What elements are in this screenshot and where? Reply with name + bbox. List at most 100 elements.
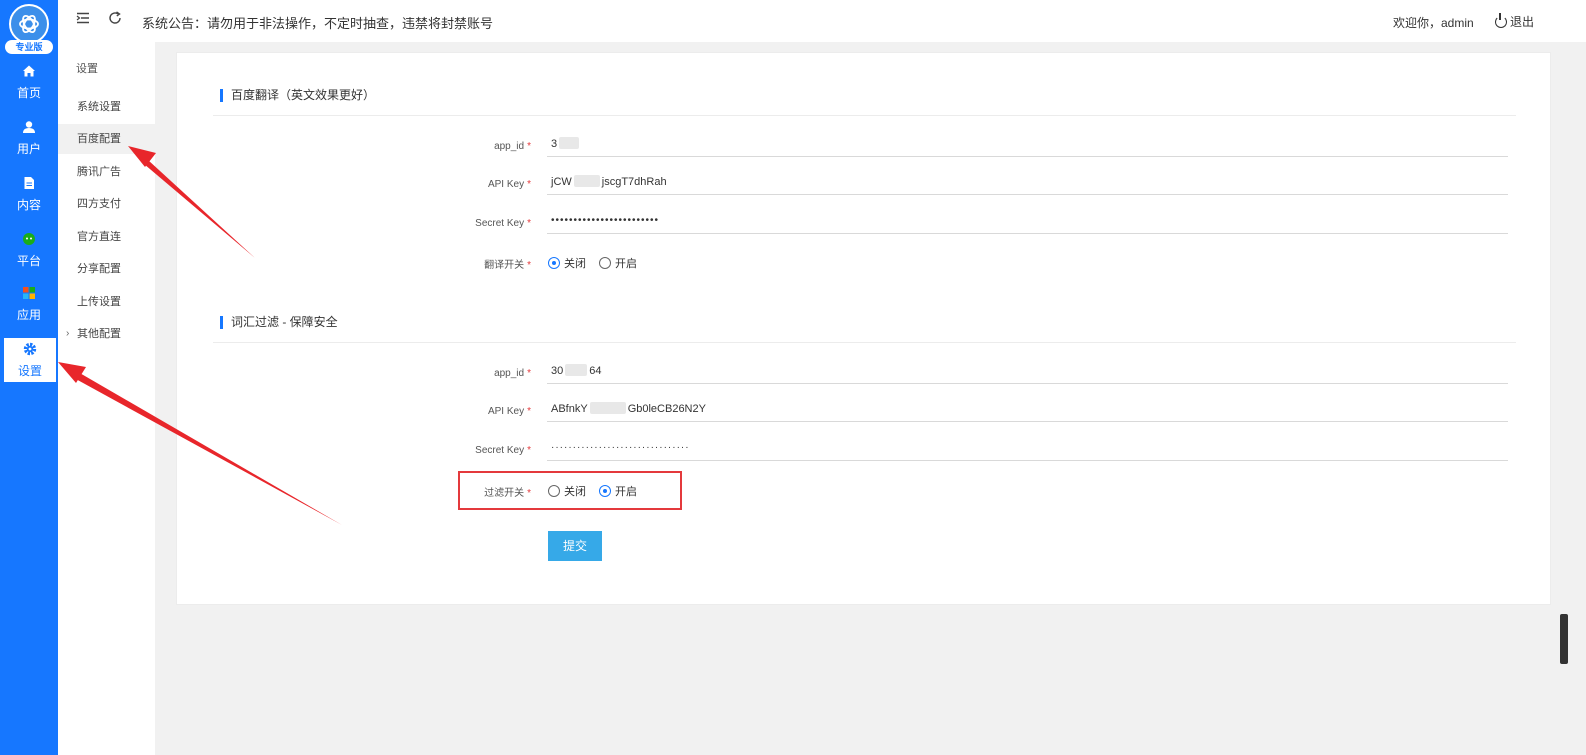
required-mark: * — [527, 141, 531, 152]
nav-platform[interactable]: 平台 — [0, 232, 58, 286]
redacted-mask — [565, 364, 588, 376]
filter-app-id-input[interactable]: 30 64 — [547, 360, 1508, 384]
nav-platform-label: 平台 — [16, 254, 41, 268]
chevron-right-icon: › — [66, 328, 70, 339]
filter-api-key-prefix: ABfnkY — [551, 403, 588, 415]
submit-button[interactable]: 提交 — [548, 531, 602, 561]
subnav-item-other-label: 其他配置 — [77, 328, 121, 340]
filter-switch-on-radio[interactable]: 开启 — [599, 483, 637, 499]
secret-key-label: Secret Key * — [371, 218, 531, 229]
translate-api-key-suffix: jscgT7dhRah — [601, 176, 667, 188]
filter-secret-key-input[interactable]: ································ — [547, 437, 1508, 461]
nav-settings[interactable]: 设置 — [4, 338, 56, 382]
radio-on-label: 开启 — [615, 258, 637, 270]
nav-content-label: 内容 — [16, 198, 41, 212]
required-mark: * — [527, 260, 531, 271]
scrollbar-handle[interactable] — [1560, 614, 1568, 664]
filter-app-id-label: app_id * — [371, 368, 531, 379]
redacted-mask — [573, 175, 600, 187]
required-mark: * — [527, 445, 531, 456]
translate-app-id-input[interactable]: 3 — [547, 133, 1508, 157]
document-icon — [0, 176, 58, 194]
translate-app-id-value: 3 — [551, 138, 558, 150]
section-divider — [213, 342, 1516, 343]
filter-secret-key-label: Secret Key * — [371, 445, 531, 456]
subnav-item-payment[interactable]: 四方支付 — [58, 189, 155, 219]
translate-secret-key-input[interactable]: •••••••••••••••••••••••• — [547, 210, 1508, 234]
required-mark: * — [527, 406, 531, 417]
edition-badge: 专业版 — [5, 40, 53, 54]
required-mark: * — [527, 368, 531, 379]
logout-button[interactable]: 退出 — [1495, 13, 1534, 30]
filter-switch-off-radio[interactable]: 关闭 — [548, 483, 586, 499]
app-id-label: app_id * — [371, 141, 531, 152]
system-notice: 系统公告：请勿用于非法操作，不定时抽查，违禁将封禁账号 — [142, 16, 494, 31]
subnav-item-tencent-ads[interactable]: 腾讯广告 — [58, 157, 155, 187]
nav-users-label: 用户 — [16, 142, 41, 156]
nav-apps-label: 应用 — [16, 308, 41, 322]
radio-checked-icon — [548, 257, 560, 269]
secret-key-label-text: Secret Key — [475, 218, 525, 229]
radio-off-label: 关闭 — [564, 258, 586, 270]
filter-api-key-label-text: API Key — [487, 406, 525, 417]
radio-on-label: 开启 — [615, 486, 637, 498]
filter-switch-label-text: 过滤开关 — [484, 488, 525, 499]
api-key-label-text: API Key — [487, 179, 525, 190]
app-id-label-text: app_id — [494, 141, 525, 152]
user-icon — [0, 120, 58, 138]
filter-secret-key-label-text: Secret Key — [475, 445, 525, 456]
subnav-title: 设置 — [76, 63, 98, 75]
nav-users[interactable]: 用户 — [0, 120, 58, 174]
refresh-icon[interactable] — [108, 11, 122, 30]
translate-api-key-input[interactable]: jCW jscgT7dhRah — [547, 171, 1508, 195]
required-mark: * — [527, 179, 531, 190]
gear-icon — [4, 342, 56, 360]
filter-api-key-suffix: Gb0leCB26N2Y — [627, 403, 706, 415]
section-title-baidu-translate: 百度翻译（英文效果更好） — [220, 89, 375, 102]
home-icon — [0, 64, 58, 82]
logout-label: 退出 — [1510, 15, 1535, 29]
platform-icon — [0, 232, 58, 250]
translate-api-key-prefix: jCW — [551, 176, 572, 188]
power-icon — [1495, 13, 1507, 28]
translate-switch-on-radio[interactable]: 开启 — [599, 255, 637, 271]
radio-unchecked-icon — [548, 485, 560, 497]
filter-app-id-prefix: 30 — [551, 365, 564, 377]
welcome-text: 欢迎你，admin — [1393, 16, 1474, 30]
translate-switch-label-text: 翻译开关 — [484, 260, 525, 271]
subnav-item-official[interactable]: 官方直连 — [58, 222, 155, 252]
apps-icon — [0, 286, 58, 304]
nav-apps[interactable]: 应用 — [0, 286, 58, 340]
filter-api-key-label: API Key * — [371, 406, 531, 417]
radio-unchecked-icon — [599, 257, 611, 269]
main-sidebar: 专业版 首页 用户 内容 平台 应用 设置 — [0, 0, 58, 755]
filter-app-id-suffix: 64 — [589, 365, 602, 377]
nav-content[interactable]: 内容 — [0, 176, 58, 230]
subnav-item-upload[interactable]: 上传设置 — [58, 287, 155, 317]
nav-home[interactable]: 首页 — [0, 64, 58, 118]
filter-switch-label: 过滤开关 * — [371, 484, 531, 499]
subnav-item-share[interactable]: 分享配置 — [58, 254, 155, 284]
filter-api-key-input[interactable]: ABfnkY Gb0leCB26N2Y — [547, 398, 1508, 422]
radio-off-label: 关闭 — [564, 486, 586, 498]
subnav-item-system[interactable]: 系统设置 — [58, 92, 155, 122]
menu-collapse-icon[interactable] — [76, 11, 90, 30]
filter-app-id-label-text: app_id — [494, 368, 525, 379]
section-divider — [213, 115, 1516, 116]
top-bar: 系统公告：请勿用于非法操作，不定时抽查，违禁将封禁账号 欢迎你，admin 退出 — [58, 0, 1586, 42]
required-mark: * — [527, 488, 531, 499]
app-logo: 专业版 — [5, 4, 53, 54]
nav-home-label: 首页 — [16, 86, 41, 100]
radio-checked-icon — [599, 485, 611, 497]
nav-settings-label: 设置 — [17, 364, 42, 378]
translate-switch-off-radio[interactable]: 关闭 — [548, 255, 586, 271]
subnav-item-other[interactable]: › 其他配置 — [58, 319, 155, 349]
subnav-item-baidu[interactable]: 百度配置 — [58, 124, 155, 154]
section-title-word-filter: 词汇过滤 - 保障安全 — [220, 316, 338, 329]
required-mark: * — [527, 218, 531, 229]
settings-subnav: 设置 系统设置 百度配置 腾讯广告 四方支付 官方直连 分享配置 上传设置 › 其… — [58, 42, 155, 755]
settings-card: 百度翻译（英文效果更好） app_id * 3 API Key * jCW jscgT… — [176, 52, 1551, 605]
translate-switch-label: 翻译开关 * — [371, 256, 531, 271]
redacted-mask — [589, 402, 626, 414]
openai-logo-icon — [9, 4, 49, 44]
